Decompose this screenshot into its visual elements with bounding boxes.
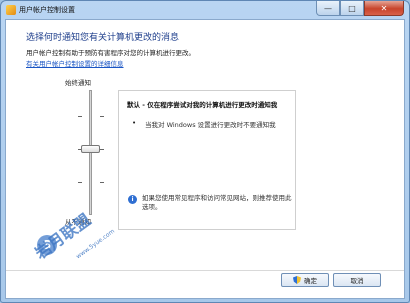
window-title: 用户帐户控制设置 (19, 6, 75, 14)
panel-bullet-text: 当我对 Windows 设置进行更改时不要通知我 (145, 121, 276, 129)
uac-app-icon (6, 5, 16, 15)
ok-button-label: 确定 (304, 277, 317, 285)
slider-top-label: 始终通知 (65, 79, 91, 87)
slider-tick (78, 116, 82, 117)
slider-tick (100, 149, 104, 150)
minimize-button[interactable]: — (316, 1, 340, 16)
content-area: 选择何时通知您有关计算机更改的消息 用户帐户控制有助于预防有害程序对您的计算机进… (5, 19, 405, 299)
footer-divider (6, 270, 404, 271)
panel-title: 默认 - 仅在程序尝试对我的计算机进行更改时通知我 (127, 101, 278, 109)
panel-info-text: 如果您使用常见程序和访问常见网站，则推荐使用此选项。 (142, 194, 292, 211)
slider-tick (78, 182, 82, 183)
description-panel: 默认 - 仅在程序尝试对我的计算机进行更改时通知我 • 当我对 Windows … (118, 90, 296, 230)
close-button[interactable]: ✕ (364, 1, 404, 16)
details-link[interactable]: 有关用户帐户控制设置的详细信息 (26, 58, 124, 68)
uac-settings-window: 用户帐户控制设置 — □ ✕ 选择何时通知您有关计算机更改的消息 用户帐户控制有… (0, 0, 410, 303)
cancel-button[interactable]: 取消 (333, 273, 381, 287)
page-heading: 选择何时通知您有关计算机更改的消息 (26, 33, 180, 43)
slider-bottom-label: 从不通知 (65, 218, 91, 226)
slider-tick (100, 116, 104, 117)
maximize-button[interactable]: □ (340, 1, 364, 16)
slider-thumb[interactable] (81, 145, 100, 153)
bullet-icon: • (132, 119, 137, 127)
info-icon: i (128, 195, 137, 204)
title-bar: 用户帐户控制设置 — □ ✕ (1, 1, 409, 19)
uac-shield-icon (293, 276, 301, 284)
caption-buttons: — □ ✕ (316, 1, 404, 17)
notification-level-slider[interactable] (76, 90, 106, 215)
slider-tick (100, 182, 104, 183)
page-description: 用户帐户控制有助于预防有害程序对您的计算机进行更改。 (26, 49, 195, 57)
ok-button[interactable]: 确定 (281, 273, 329, 287)
